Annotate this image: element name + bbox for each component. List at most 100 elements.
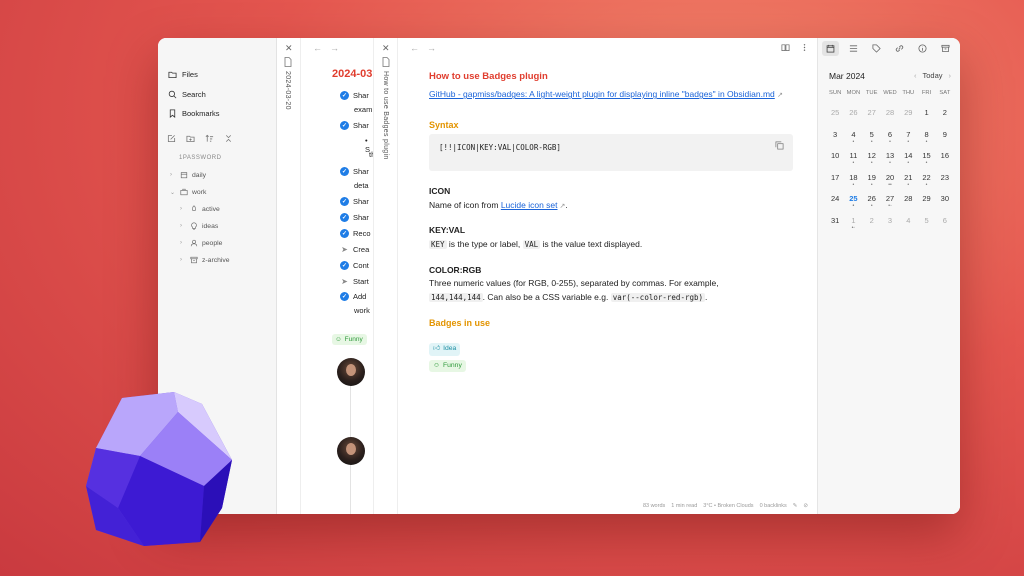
task-item[interactable]: ✓ Shar [340,197,369,206]
back-arrow-icon[interactable]: ← [313,43,322,53]
tree-item-daily[interactable]: › daily [170,171,206,179]
tab-outline[interactable] [845,41,862,56]
calendar-day[interactable]: 29 [917,188,935,210]
pencil-icon[interactable]: ✎ [793,503,798,509]
check-circle-icon[interactable]: ✓ [340,121,349,130]
task-item[interactable]: ➤ Start [340,277,369,286]
calendar-day[interactable]: 8 • [917,124,935,146]
tree-item-active[interactable]: › active [180,205,220,213]
check-circle-icon[interactable]: ✓ [340,91,349,100]
nav-search[interactable]: Search [168,90,206,99]
github-link[interactable]: GitHub - gapmiss/badges: A light-weight … [429,89,775,99]
avatar[interactable] [337,437,365,465]
task-item[interactable]: ✓ Cont [340,261,369,270]
calendar-day[interactable]: 30 [936,188,954,210]
calendar-day[interactable]: 19 • [863,167,881,189]
calendar-day[interactable]: 10 [826,145,844,167]
calendar-day[interactable]: 22 • [917,167,935,189]
send-icon[interactable]: ➤ [340,245,349,254]
new-note-icon[interactable] [167,134,176,143]
calendar-day[interactable]: 15 • [917,145,935,167]
calendar-day[interactable]: 28 [899,188,917,210]
calendar-day[interactable]: 4 [899,210,917,232]
tree-item-work[interactable]: ⌄ work [170,188,206,196]
check-circle-icon[interactable]: ✓ [340,197,349,206]
calendar-day[interactable]: 6 [936,210,954,232]
send-icon[interactable]: ➤ [340,277,349,286]
calendar-day[interactable]: 28 [881,102,899,124]
calendar-day[interactable]: 3 [826,124,844,146]
calendar-day[interactable]: 24 [826,188,844,210]
panel-spine[interactable]: ✕ 2024-03-20 [277,38,301,514]
calendar-day[interactable]: 14 • [899,145,917,167]
nav-bookmarks[interactable]: Bookmarks [168,109,220,118]
task-item[interactable]: ✓ Shar [340,121,369,130]
sort-icon[interactable] [205,134,214,143]
today-button[interactable]: Today [922,71,942,80]
task-item[interactable]: ✓ Shar [340,167,369,176]
next-month-icon[interactable]: › [949,71,952,80]
lucide-link[interactable]: Lucide icon set [501,200,558,210]
calendar-day[interactable]: 27 •◦ [881,188,899,210]
task-item[interactable]: ➤ Crea [340,245,369,254]
tab-info[interactable] [914,41,931,56]
calendar-day[interactable]: 23 [936,167,954,189]
nav-files[interactable]: Files [168,70,198,79]
forward-arrow-icon[interactable]: → [330,43,339,53]
calendar-day[interactable]: 26 [844,102,862,124]
calendar-day[interactable]: 2 [863,210,881,232]
task-item[interactable]: ✓ Shar [340,91,369,100]
check-circle-icon[interactable]: ✓ [340,167,349,176]
check-circle-icon[interactable]: ✓ [340,261,349,270]
calendar-day[interactable]: 3 [881,210,899,232]
calendar-day[interactable]: 1 [917,102,935,124]
calendar-day[interactable]: 17 [826,167,844,189]
calendar-day[interactable]: 16 [936,145,954,167]
calendar-day[interactable]: 27 [863,102,881,124]
calendar-day[interactable]: 5 [917,210,935,232]
calendar-day[interactable]: 11 • [844,145,862,167]
new-folder-icon[interactable] [186,134,195,143]
tree-item-ideas[interactable]: › ideas [180,222,218,230]
calendar-day[interactable]: 2 [936,102,954,124]
backlinks-count[interactable]: 0 backlinks [760,503,787,509]
calendar-day[interactable]: 7 • [899,124,917,146]
sync-check-icon[interactable]: ⊘ [803,503,808,509]
panel-vertical-title[interactable]: How to use Badges plugin [382,71,389,160]
calendar-day[interactable]: 13 • [881,145,899,167]
check-circle-icon[interactable]: ✓ [340,292,349,301]
check-circle-icon[interactable]: ✓ [340,229,349,238]
tab-backlinks[interactable] [891,41,908,56]
calendar-day[interactable]: 9 [936,124,954,146]
reading-view-icon[interactable] [781,43,790,52]
calendar-day[interactable]: 12 • [863,145,881,167]
panel-vertical-title[interactable]: 2024-03-20 [284,71,291,110]
calendar-day[interactable]: 1 •◦ [844,210,862,232]
check-circle-icon[interactable]: ✓ [340,213,349,222]
back-arrow-icon[interactable]: ← [410,43,419,53]
tree-item-z-archive[interactable]: › z-archive [180,256,230,264]
calendar-day-today[interactable]: 25 • [844,188,862,210]
task-item[interactable]: ✓ Shar [340,213,369,222]
calendar-day[interactable]: 25 [826,102,844,124]
task-item[interactable]: ✓ Reco [340,229,371,238]
panel-spine[interactable]: ✕ How to use Badges plugin [374,38,398,514]
calendar-day[interactable]: 4 • [844,124,862,146]
tab-tags[interactable] [868,41,885,56]
calendar-day[interactable]: 6 • [881,124,899,146]
copy-icon[interactable] [775,141,784,150]
previous-month-icon[interactable]: ‹ [914,71,917,80]
tab-archive[interactable] [937,41,954,56]
task-item[interactable]: ✓ Add [340,292,366,301]
more-options-icon[interactable] [800,43,809,52]
calendar-day[interactable]: 26 • [863,188,881,210]
calendar-day[interactable]: 18 • [844,167,862,189]
calendar-day[interactable]: 5 • [863,124,881,146]
close-icon[interactable]: ✕ [382,43,390,54]
calendar-day[interactable]: 29 [899,102,917,124]
tree-item-people[interactable]: › people [180,239,222,247]
avatar[interactable] [337,358,365,386]
calendar-day[interactable]: 31 [826,210,844,232]
calendar-day[interactable]: 21 • [899,167,917,189]
forward-arrow-icon[interactable]: → [427,43,436,53]
